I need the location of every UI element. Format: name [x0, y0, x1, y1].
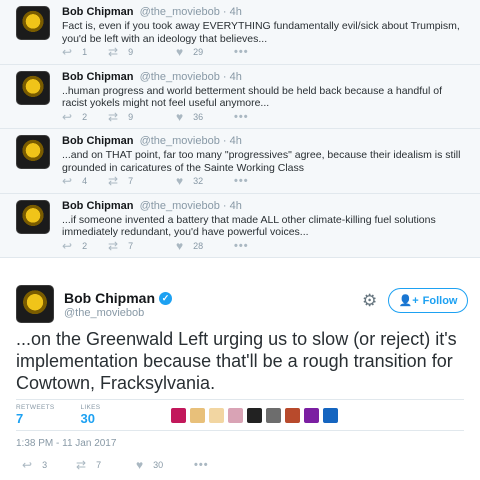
- more-button[interactable]: •••: [234, 111, 249, 123]
- liker-avatar[interactable]: [265, 406, 283, 424]
- heart-icon: ♥: [176, 174, 184, 188]
- reply-thread: Bob Chipman @the_moviebob · 4h Fact is, …: [0, 0, 480, 258]
- tweet-text: ...on the Greenwald Left urging us to sl…: [16, 329, 457, 393]
- author-meta: @the_moviebob · 4h: [139, 199, 242, 212]
- reply-tweet[interactable]: Bob Chipman @the_moviebob · 4h ..human p…: [0, 65, 480, 129]
- retweet-button[interactable]: ⇄ 7: [76, 459, 136, 471]
- more-button[interactable]: •••: [234, 175, 249, 187]
- author-meta: @the_moviebob · 4h: [139, 135, 242, 147]
- retweet-icon: ⇄: [108, 109, 119, 124]
- reply-button[interactable]: ↩ 4: [62, 175, 108, 187]
- author-meta: @the_moviebob · 4h: [139, 6, 242, 18]
- liker-avatar[interactable]: [246, 406, 264, 424]
- avatar[interactable]: [16, 135, 50, 169]
- more-button[interactable]: •••: [234, 240, 249, 252]
- avatar[interactable]: [16, 285, 54, 323]
- tweet-actions: ↩ 2 ⇄ 9 ♥ 36 •••: [62, 111, 249, 123]
- tweet-stats: RETWEETS 7 LIKES 30: [16, 399, 464, 431]
- retweet-icon: ⇄: [108, 238, 119, 253]
- tweet-actions: ↩ 2 ⇄ 7 ♥ 28 •••: [62, 240, 249, 252]
- liker-avatar[interactable]: [170, 406, 188, 424]
- tweet-text: Fact is, even if you took away EVERYTHIN…: [62, 20, 460, 45]
- reply-arrow-icon: ↩: [62, 238, 73, 253]
- retweet-button[interactable]: ⇄ 7: [108, 240, 176, 252]
- add-person-icon: 👤+: [398, 295, 419, 307]
- reply-tweet[interactable]: Bob Chipman @the_moviebob · 4h ...and on…: [0, 129, 480, 194]
- more-dots-icon: •••: [234, 110, 249, 123]
- retweet-icon: ⇄: [108, 45, 119, 59]
- author-name[interactable]: Bob Chipman: [62, 71, 134, 83]
- retweet-icon: ⇄: [108, 174, 119, 188]
- liker-avatar[interactable]: [303, 406, 321, 424]
- liker-avatar[interactable]: [208, 406, 226, 424]
- author-name[interactable]: Bob Chipman: [62, 135, 134, 147]
- liker-avatar[interactable]: [322, 406, 340, 424]
- reply-button[interactable]: ↩ 1: [62, 46, 108, 58]
- heart-icon: ♥: [176, 45, 184, 59]
- author-name[interactable]: Bob Chipman: [62, 200, 134, 212]
- more-dots-icon: •••: [234, 175, 249, 187]
- reply-button[interactable]: ↩ 3: [22, 459, 76, 471]
- author-name[interactable]: Bob Chipman: [62, 6, 134, 18]
- reply-arrow-icon: ↩: [62, 109, 73, 124]
- retweet-button[interactable]: ⇄ 9: [108, 46, 176, 58]
- retweet-button[interactable]: ⇄ 9: [108, 111, 176, 123]
- gear-icon[interactable]: ⚙: [362, 291, 377, 311]
- tweet-text: ...and on THAT point, far too many "prog…: [62, 149, 461, 174]
- tweet-actions: ↩ 1 ⇄ 9 ♥ 29 •••: [62, 46, 249, 58]
- reply-arrow-icon: ↩: [62, 45, 73, 59]
- tweet-actions: ↩ 4 ⇄ 7 ♥ 32 •••: [62, 175, 249, 187]
- retweets-stat[interactable]: RETWEETS 7: [16, 404, 55, 426]
- follow-label: Follow: [422, 294, 458, 307]
- liker-avatars: [170, 406, 341, 424]
- more-button[interactable]: •••: [194, 459, 209, 471]
- more-dots-icon: •••: [234, 239, 249, 252]
- author-handle[interactable]: @the_moviebob: [64, 307, 144, 319]
- more-dots-icon: •••: [194, 459, 209, 471]
- reply-tweet[interactable]: Bob Chipman @the_moviebob · 4h ...if som…: [0, 194, 480, 258]
- liker-avatar[interactable]: [189, 406, 207, 424]
- retweets-label: RETWEETS: [16, 404, 55, 411]
- avatar[interactable]: [16, 199, 50, 234]
- author-name[interactable]: Bob Chipman: [64, 290, 155, 306]
- retweets-count: 7: [16, 411, 24, 426]
- more-button[interactable]: •••: [234, 46, 249, 58]
- heart-icon: ♥: [176, 238, 184, 253]
- follow-button[interactable]: 👤+ Follow: [388, 288, 468, 313]
- likes-count: 30: [80, 411, 95, 426]
- liker-avatar[interactable]: [227, 406, 245, 424]
- reply-tweet[interactable]: Bob Chipman @the_moviebob · 4h Fact is, …: [0, 0, 480, 65]
- heart-icon: ♥: [136, 458, 144, 472]
- reply-arrow-icon: ↩: [22, 458, 33, 472]
- reply-button[interactable]: ↩ 2: [62, 111, 108, 123]
- main-tweet: Bob Chipman ✓ @the_moviebob ⚙ 👤+ Follow …: [0, 273, 480, 480]
- like-button[interactable]: ♥ 29: [176, 46, 234, 58]
- tweet-text: ...if someone invented a battery that ma…: [62, 213, 436, 239]
- author-meta: @the_moviebob · 4h: [139, 70, 242, 83]
- tweet-actions: ↩ 3 ⇄ 7 ♥ 30 •••: [22, 459, 209, 471]
- like-button[interactable]: ♥ 36: [176, 111, 234, 123]
- like-button[interactable]: ♥ 28: [176, 240, 234, 252]
- like-button[interactable]: ♥ 30: [136, 459, 194, 471]
- avatar[interactable]: [16, 70, 50, 105]
- verified-badge-icon: ✓: [159, 291, 172, 305]
- liker-avatar[interactable]: [284, 406, 302, 424]
- retweet-button[interactable]: ⇄ 7: [108, 175, 176, 187]
- reply-arrow-icon: ↩: [62, 174, 73, 188]
- likes-stat[interactable]: LIKES 30: [81, 404, 101, 426]
- tweet-text: ..human progress and world betterment sh…: [62, 84, 442, 110]
- like-button[interactable]: ♥ 32: [176, 175, 234, 187]
- avatar[interactable]: [16, 6, 50, 40]
- tweet-timestamp[interactable]: 1:38 PM - 11 Jan 2017: [16, 438, 116, 449]
- retweet-icon: ⇄: [76, 458, 87, 472]
- likes-label: LIKES: [80, 404, 101, 411]
- reply-button[interactable]: ↩ 2: [62, 240, 108, 252]
- heart-icon: ♥: [176, 109, 184, 124]
- more-dots-icon: •••: [234, 46, 249, 58]
